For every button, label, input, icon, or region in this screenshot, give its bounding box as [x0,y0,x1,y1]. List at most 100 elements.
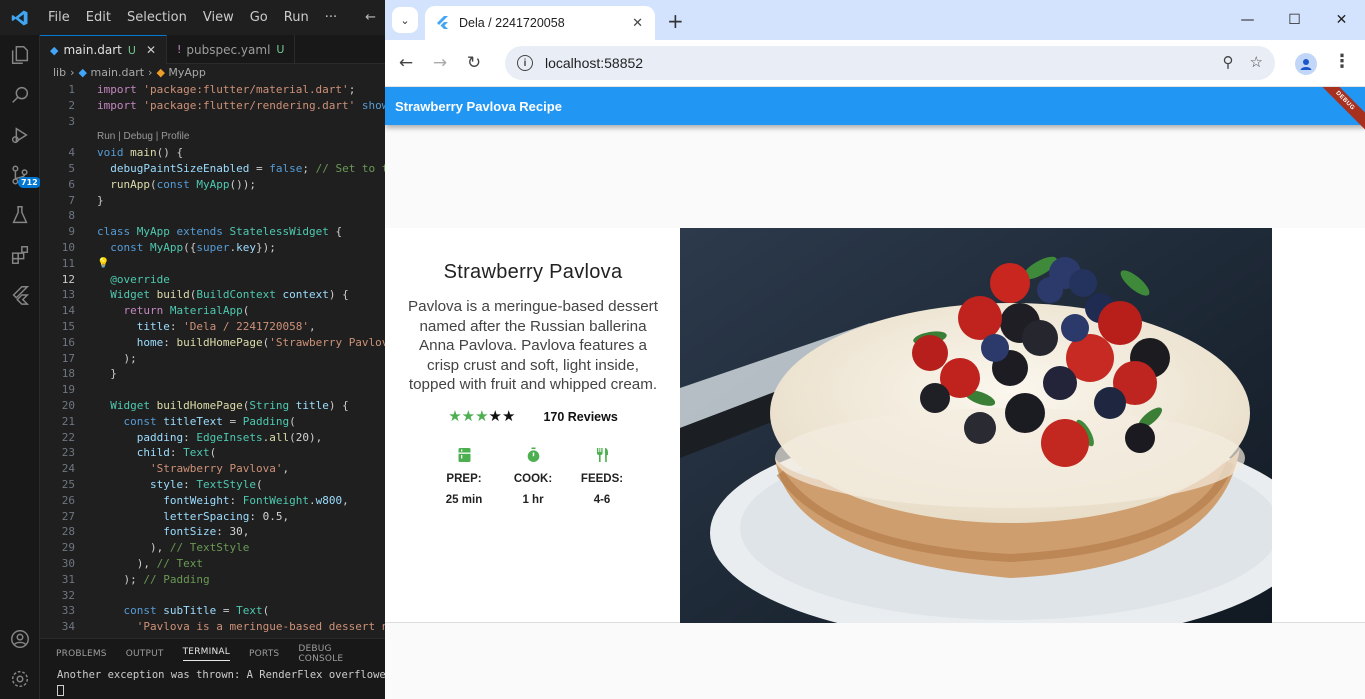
code-line[interactable]: 18 } [40,366,385,382]
recipe-title: Strawberry Pavlova [443,261,623,283]
close-window-icon[interactable]: ✕ [1318,0,1365,40]
menu-view[interactable]: View [195,0,242,35]
close-tab-icon[interactable]: ✕ [632,15,643,31]
code-line[interactable]: 2 import 'package:flutter/rendering.dart'… [40,98,385,114]
explorer-icon[interactable] [0,35,40,75]
breadcrumb-symbol[interactable]: MyApp [168,66,206,79]
code-line[interactable]: 6 runApp(const MyApp()); [40,177,385,193]
code-line[interactable]: 28 fontSize: 30, [40,524,385,540]
code-line[interactable]: 17 ); [40,351,385,367]
source-control-icon[interactable]: 712 [0,155,41,195]
forward-icon[interactable]: → [423,46,457,80]
tab-search-icon[interactable]: ⌄ [392,7,418,33]
berry [981,334,1009,362]
panel-tab-debug-console[interactable]: DEBUG CONSOLE [298,644,366,664]
code-line[interactable]: 5 debugPaintSizeEnabled = false; // Set … [40,161,385,177]
code-line[interactable]: 30 ), // Text [40,556,385,572]
code-line[interactable]: 34 'Pavlova is a meringue-based dessert … [40,619,385,635]
menu-edit[interactable]: Edit [78,0,119,35]
menu-file[interactable]: File [40,0,78,35]
browser-tab[interactable]: Dela / 2241720058 ✕ [425,6,655,40]
panel-tab-output[interactable]: OUTPUT [126,649,164,659]
menu-selection[interactable]: Selection [119,0,195,35]
search-icon[interactable] [0,75,40,115]
tab-main-dart[interactable]: ◆ main.dart U ✕ [40,35,167,64]
code-text: Widget buildHomePage(String title) { [110,398,349,412]
back-icon[interactable]: ← [389,46,423,80]
code-lens[interactable]: Run | Debug | Profile [40,129,385,145]
line-number: 20 [61,398,75,412]
profile-icon[interactable] [1295,53,1317,75]
panel-tab-problems[interactable]: PROBLEMS [56,649,107,659]
menu-icon[interactable]: ⋮ [1333,51,1351,72]
terminal-output: Another exception was thrown: A RenderFl… [57,669,405,681]
tab-pubspec-yaml[interactable]: ! pubspec.yaml U [167,35,296,64]
accounts-icon[interactable] [0,619,40,659]
code-line[interactable]: 7} [40,193,385,209]
berry [990,263,1030,303]
code-line[interactable]: 20 Widget buildHomePage(String title) { [40,398,385,414]
code-line[interactable]: 9 class MyApp extends StatelessWidget { [40,224,385,240]
dart-icon: ◆ [78,66,87,79]
code-line[interactable]: 14 return MaterialApp( [40,303,385,319]
code-line[interactable]: 25 style: TextStyle( [40,477,385,493]
testing-icon[interactable] [0,195,40,235]
code-editor[interactable]: 1 import 'package:flutter/material.dart';… [40,82,385,638]
address-bar[interactable]: i localhost:58852 ⚲ ☆ [505,46,1275,80]
code-line[interactable]: 27 letterSpacing: 0.5, [40,509,385,525]
code-line[interactable]: 21 const titleText = Padding( [40,414,385,430]
code-line[interactable]: 13 Widget build(BuildContext context) { [40,287,385,303]
code-line[interactable]: 4 void main() { [40,145,385,161]
code-line[interactable]: 26 fontWeight: FontWeight.w800, [40,493,385,509]
zoom-icon[interactable]: ⚲ [1223,53,1234,71]
breadcrumb-file[interactable]: main.dart [90,66,144,79]
star-icon: ★ [502,407,516,425]
code-line[interactable]: 32 [40,588,385,604]
code-line[interactable]: 1 import 'package:flutter/material.dart'; [40,82,385,98]
line-number: 2 [68,98,75,112]
code-line[interactable]: 3 [40,114,385,130]
run-debug-icon[interactable] [0,115,40,155]
line-number: 29 [61,541,75,555]
minimize-icon[interactable]: — [1224,0,1271,40]
panel-tab-terminal[interactable]: TERMINAL [182,647,230,661]
line-number: 5 [68,161,75,175]
line-number: 28 [61,525,75,539]
code-line[interactable]: 12 @override [40,272,385,288]
dart-icon: ◆ [50,43,59,57]
source-control-badge: 712 [18,177,41,188]
code-line[interactable]: 23 child: Text( [40,445,385,461]
site-info-icon[interactable]: i [517,55,533,71]
code-line[interactable]: 24 'Strawberry Pavlova', [40,461,385,477]
close-icon[interactable]: ✕ [146,43,156,57]
breadcrumb-folder[interactable]: lib [53,66,66,79]
code-line[interactable]: 15 title: 'Dela / 2241720058', [40,319,385,335]
code-line[interactable]: 11 💡 [40,256,385,272]
reload-icon[interactable]: ↻ [457,46,491,80]
recipe-card: Strawberry Pavlova Pavlova is a meringue… [385,228,1365,623]
nav-back-icon[interactable]: ← [365,10,376,25]
berry [920,383,950,413]
maximize-icon[interactable]: ☐ [1271,0,1318,40]
panel-tab-ports[interactable]: PORTS [249,649,279,659]
code-line[interactable]: 8 [40,208,385,224]
flutter-icon[interactable] [0,275,40,315]
code-line[interactable]: 33 const subTitle = Text( [40,603,385,619]
code-text: return MaterialApp( [123,304,250,318]
bookmark-star-icon[interactable]: ☆ [1250,53,1263,71]
menu-run[interactable]: Run [276,0,317,35]
new-tab-icon[interactable]: + [667,9,684,33]
code-line[interactable]: 16 home: buildHomePage('Strawberry Pavlo… [40,335,385,351]
extensions-icon[interactable] [0,235,40,275]
line-number: 26 [61,493,75,507]
menu-go[interactable]: Go [242,0,276,35]
code-line[interactable]: 29 ), // TextStyle [40,540,385,556]
code-text: runApp(const MyApp()); [110,177,256,191]
code-line[interactable]: 22 padding: EdgeInsets.all(20), [40,430,385,446]
settings-gear-icon[interactable] [0,659,40,699]
menu-more[interactable]: ··· [317,0,345,35]
lightbulb-icon[interactable]: 💡 [97,256,109,272]
code-line[interactable]: 19 [40,382,385,398]
code-line[interactable]: 31 ); // Padding [40,572,385,588]
code-line[interactable]: 10 const MyApp({super.key}); [40,240,385,256]
